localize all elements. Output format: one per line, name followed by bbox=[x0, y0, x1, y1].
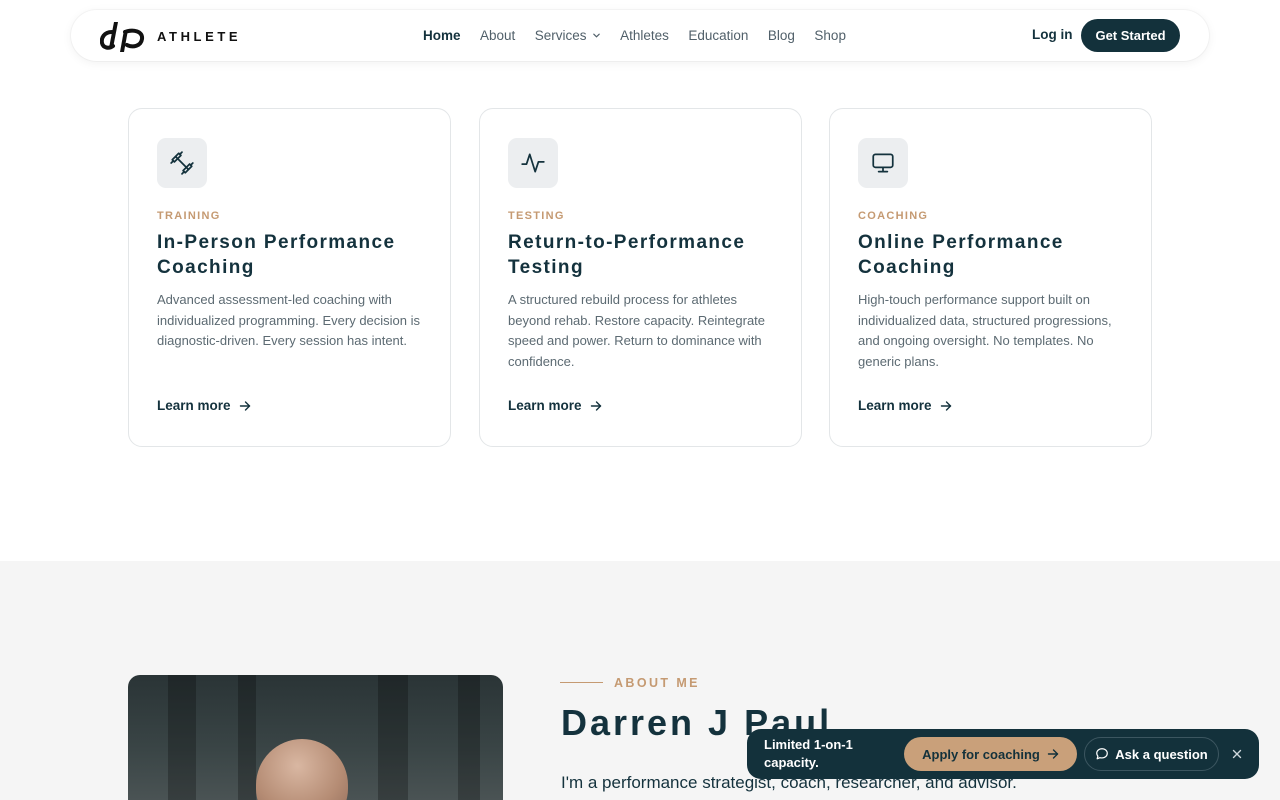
nav-services-label: Services bbox=[534, 28, 587, 43]
card-title: Online Performance Coaching bbox=[858, 232, 1064, 278]
apply-for-coaching-button[interactable]: Apply for coaching bbox=[904, 737, 1077, 771]
card-icon-wrapper bbox=[157, 138, 207, 188]
learn-more-label: Learn more bbox=[508, 398, 582, 413]
coach-photo bbox=[128, 675, 503, 800]
get-started-button[interactable]: Get Started bbox=[1081, 19, 1180, 52]
nav-links: Home About Services Athletes Education B… bbox=[423, 10, 865, 61]
nav-blog[interactable]: Blog bbox=[768, 28, 795, 43]
arrow-right-icon bbox=[239, 400, 250, 411]
about-label-divider bbox=[560, 682, 603, 683]
nav-services[interactable]: Services bbox=[535, 28, 601, 43]
capacity-text: Limited 1-on-1 capacity. bbox=[764, 737, 853, 770]
card-description: High-touch performance support built on … bbox=[858, 292, 1112, 369]
chevron-down-icon bbox=[592, 33, 600, 38]
arrow-right-icon bbox=[590, 400, 601, 411]
card-tag: TRAINING bbox=[157, 210, 221, 222]
floating-cta-bar: Limited 1-on-1 capacity. Apply for coach… bbox=[747, 729, 1259, 779]
service-card-coaching: COACHING Online Performance Coaching Hig… bbox=[829, 108, 1152, 447]
learn-more-label: Learn more bbox=[858, 398, 932, 413]
top-navbar: ATHLETE Home About Services Athletes Edu… bbox=[71, 10, 1209, 61]
learn-more-link[interactable]: Learn more bbox=[508, 398, 602, 413]
arrow-right-icon bbox=[940, 400, 951, 411]
dp-logo-icon bbox=[100, 22, 145, 52]
arrow-right-icon bbox=[1047, 749, 1059, 759]
service-card-training: TRAINING In-Person Performance Coaching … bbox=[128, 108, 451, 447]
ask-a-question-button[interactable]: Ask a question bbox=[1084, 737, 1219, 771]
nav-athletes[interactable]: Athletes bbox=[620, 28, 669, 43]
learn-more-label: Learn more bbox=[157, 398, 231, 413]
nav-shop[interactable]: Shop bbox=[814, 28, 846, 43]
card-title: In-Person Performance Coaching bbox=[157, 232, 396, 278]
nav-about[interactable]: About bbox=[480, 28, 515, 43]
card-icon-wrapper bbox=[508, 138, 558, 188]
ask-label: Ask a question bbox=[1115, 746, 1208, 762]
card-description: A structured rebuild process for athlete… bbox=[508, 292, 766, 369]
close-icon bbox=[1232, 749, 1242, 759]
dumbbell-icon bbox=[170, 151, 194, 175]
card-tag: COACHING bbox=[858, 210, 929, 222]
service-card-testing: TESTING Return-to-Performance Testing A … bbox=[479, 108, 802, 447]
card-tag: TESTING bbox=[508, 210, 565, 222]
learn-more-link[interactable]: Learn more bbox=[157, 398, 251, 413]
card-description: Advanced assessment-led coaching with in… bbox=[157, 292, 421, 348]
apply-label: Apply for coaching bbox=[922, 746, 1040, 762]
chat-bubble-icon bbox=[1096, 748, 1109, 760]
learn-more-link[interactable]: Learn more bbox=[858, 398, 952, 413]
close-bar-button[interactable] bbox=[1229, 746, 1245, 762]
about-label: ABOUT ME bbox=[614, 676, 700, 690]
brand-logo[interactable]: ATHLETE bbox=[100, 18, 241, 54]
brand-name: ATHLETE bbox=[157, 28, 242, 44]
activity-icon bbox=[521, 153, 545, 173]
nav-education[interactable]: Education bbox=[688, 28, 748, 43]
login-link[interactable]: Log in bbox=[1032, 27, 1073, 42]
monitor-icon bbox=[872, 153, 894, 173]
nav-home[interactable]: Home bbox=[423, 28, 461, 43]
card-title: Return-to-Performance Testing bbox=[508, 232, 746, 278]
card-icon-wrapper bbox=[858, 138, 908, 188]
